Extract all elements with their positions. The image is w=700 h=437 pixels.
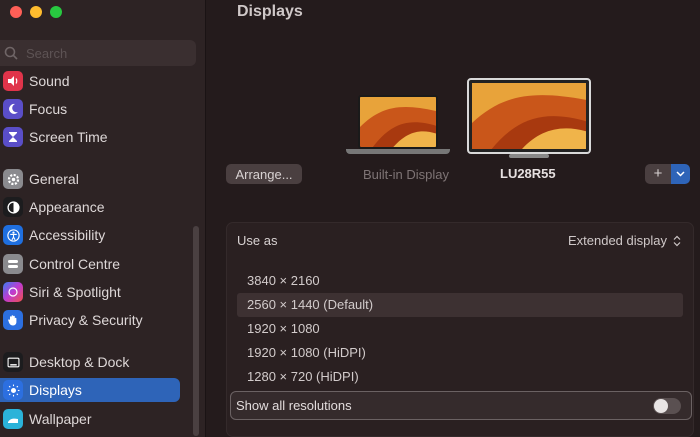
show-all-resolutions-row: Show all resolutions	[230, 391, 692, 420]
up-down-chevron-icon	[673, 235, 681, 246]
wallpaper-thumbnail	[472, 83, 586, 149]
sidebar-item-wallpaper[interactable]: Wallpaper	[0, 407, 180, 431]
add-display-button[interactable]: +	[645, 164, 671, 184]
chevron-down-icon	[676, 171, 685, 177]
toggle-knob	[654, 399, 668, 413]
hand-icon	[3, 310, 23, 330]
use-as-label: Use as	[237, 233, 278, 248]
search-input[interactable]	[26, 45, 176, 61]
resolution-option[interactable]: 3840 × 2160	[237, 269, 683, 293]
search-icon	[4, 46, 18, 60]
dock-icon	[3, 352, 23, 372]
moon-icon	[3, 99, 23, 119]
builtin-display-screen	[358, 95, 438, 149]
sidebar-item-desktop-dock[interactable]: Desktop & Dock	[0, 350, 180, 374]
sidebar-item-label: Accessibility	[29, 227, 106, 243]
sidebar-item-label: General	[29, 171, 79, 187]
sidebar-item-label: Screen Time	[29, 129, 108, 145]
zoom-window-button[interactable]	[50, 6, 62, 18]
resolution-list: 3840 × 2160 2560 × 1440 (Default) 1920 ×…	[237, 269, 683, 389]
page-title: Displays	[237, 3, 303, 20]
sidebar-item-control-centre[interactable]: Control Centre	[0, 252, 180, 276]
sidebar-item-general[interactable]: General	[0, 167, 180, 191]
sidebar-item-label: Focus	[29, 101, 68, 117]
sidebar-item-label: Displays	[29, 382, 82, 398]
sidebar-item-label: Wallpaper	[29, 411, 92, 427]
sound-icon	[3, 71, 23, 91]
builtin-display-preview[interactable]	[346, 95, 450, 154]
accessibility-icon	[3, 225, 23, 245]
use-as-value: Extended display	[567, 233, 667, 248]
sidebar-item-label: Desktop & Dock	[29, 354, 130, 370]
sun-icon	[3, 380, 23, 400]
hourglass-icon	[3, 127, 23, 147]
show-all-resolutions-label: Show all resolutions	[236, 398, 352, 413]
sidebar-scrollbar[interactable]	[193, 226, 199, 436]
sidebar-item-sound[interactable]: Sound	[0, 69, 180, 93]
minimize-window-button[interactable]	[30, 6, 42, 18]
monitor-stand	[509, 154, 549, 158]
sidebar-item-displays[interactable]: Displays	[0, 378, 180, 402]
builtin-display-label[interactable]: Built-in Display	[363, 167, 449, 182]
external-display-screen	[467, 78, 591, 154]
sidebar-item-focus[interactable]: Focus	[0, 97, 180, 121]
sidebar-item-label: Control Centre	[29, 256, 121, 272]
gear-icon	[3, 169, 23, 189]
sidebar-item-siri-spotlight[interactable]: Siri & Spotlight	[0, 280, 180, 304]
sidebar-item-label: Sound	[29, 73, 70, 89]
use-as-select[interactable]: Extended display	[568, 233, 681, 248]
resolution-option[interactable]: 1920 × 1080 (HiDPI)	[237, 341, 683, 365]
search-field[interactable]	[0, 40, 196, 66]
external-display-label[interactable]: LU28R55	[500, 166, 556, 181]
window-controls	[10, 6, 62, 18]
add-display-control: +	[645, 164, 690, 184]
siri-icon	[3, 282, 23, 302]
wallpaper-thumbnail	[360, 97, 436, 147]
show-all-resolutions-toggle[interactable]	[653, 398, 681, 414]
sidebar-item-privacy-security[interactable]: Privacy & Security	[0, 308, 180, 332]
external-display-preview[interactable]	[467, 78, 591, 158]
arrange-button[interactable]: Arrange...	[226, 164, 302, 184]
close-window-button[interactable]	[10, 6, 22, 18]
add-display-dropdown[interactable]	[671, 164, 690, 184]
sidebar-item-label: Privacy & Security	[29, 312, 143, 328]
sidebar-item-accessibility[interactable]: Accessibility	[0, 223, 180, 247]
resolution-option-selected[interactable]: 2560 × 1440 (Default)	[237, 293, 683, 317]
sidebar-item-label: Appearance	[29, 199, 105, 215]
sidebar-item-appearance[interactable]: Appearance	[0, 195, 180, 219]
resolution-option[interactable]: 1280 × 720 (HiDPI)	[237, 365, 683, 389]
wallpaper-icon	[3, 409, 23, 429]
sidebar: Sound Focus Screen Time General Appearan…	[0, 0, 206, 437]
main-content: Displays Arrange... Built-in Display LU2…	[206, 0, 700, 437]
resolution-option[interactable]: 1920 × 1080	[237, 317, 683, 341]
control-centre-icon	[3, 254, 23, 274]
appearance-icon	[3, 197, 23, 217]
sidebar-item-label: Siri & Spotlight	[29, 284, 121, 300]
sidebar-item-screen-time[interactable]: Screen Time	[0, 125, 180, 149]
laptop-base	[346, 149, 450, 154]
